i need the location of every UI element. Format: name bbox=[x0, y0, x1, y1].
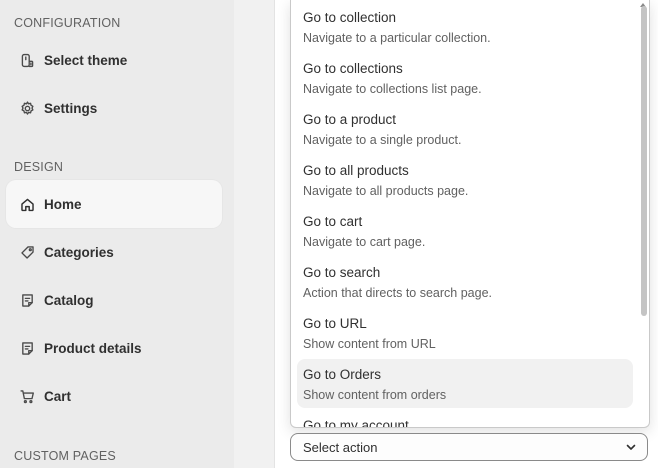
option-go-to-my-account[interactable]: Go to my account bbox=[297, 410, 633, 428]
sidebar-item-label: Select theme bbox=[44, 52, 128, 68]
option-description: Navigate to a single product. bbox=[303, 133, 462, 147]
section-label-custom-pages: CUSTOM PAGES bbox=[14, 449, 116, 463]
sidebar-item-product-details[interactable]: Product details bbox=[6, 324, 222, 372]
option-go-to-orders[interactable]: Go to Orders Show content from orders bbox=[297, 359, 633, 408]
option-go-to-all-products[interactable]: Go to all products Navigate to all produ… bbox=[297, 155, 633, 204]
gear-icon bbox=[18, 99, 36, 117]
option-title: Go to collection bbox=[303, 10, 397, 25]
sidebar-item-home[interactable]: Home bbox=[6, 180, 222, 228]
option-title: Go to a product bbox=[303, 112, 397, 127]
option-description: Show content from URL bbox=[303, 337, 436, 351]
option-title: Go to cart bbox=[303, 214, 363, 229]
sidebar-item-categories[interactable]: Categories bbox=[6, 228, 222, 276]
option-description: Navigate to a particular collection. bbox=[303, 31, 491, 45]
option-go-to-collection[interactable]: Go to collection Navigate to a particula… bbox=[297, 2, 633, 51]
option-title: Go to collections bbox=[303, 61, 403, 76]
cart-icon bbox=[18, 387, 36, 405]
sidebar-item-select-theme[interactable]: Select theme bbox=[6, 36, 222, 84]
select-value: Select action bbox=[303, 439, 378, 455]
action-dropdown-menu[interactable]: Go to collection Navigate to a particula… bbox=[290, 0, 650, 428]
section-label-configuration: CONFIGURATION bbox=[14, 16, 121, 30]
option-description: Navigate to collections list page. bbox=[303, 82, 482, 96]
sidebar-item-catalog[interactable]: Catalog bbox=[6, 276, 222, 324]
option-title: Go to all products bbox=[303, 163, 409, 178]
sidebar-item-settings[interactable]: Settings bbox=[6, 84, 222, 132]
option-description: Action that directs to search page. bbox=[303, 286, 492, 300]
option-description: Show content from orders bbox=[303, 388, 447, 402]
dropdown-scrollbar[interactable] bbox=[641, 6, 647, 316]
option-title: Go to URL bbox=[303, 316, 367, 331]
sidebar-item-label: Categories bbox=[44, 244, 114, 260]
tag-icon bbox=[18, 243, 36, 261]
option-go-to-search[interactable]: Go to search Action that directs to sear… bbox=[297, 257, 633, 306]
sidebar-item-label: Catalog bbox=[44, 292, 94, 308]
option-go-to-a-product[interactable]: Go to a product Navigate to a single pro… bbox=[297, 104, 633, 153]
section-label-design: DESIGN bbox=[14, 160, 64, 174]
option-go-to-collections[interactable]: Go to collections Navigate to collection… bbox=[297, 53, 633, 102]
option-title: Go to Orders bbox=[303, 367, 382, 382]
action-select[interactable]: Select action bbox=[290, 433, 648, 461]
sidebar-item-label: Cart bbox=[44, 388, 72, 404]
option-description: Navigate to cart page. bbox=[303, 235, 426, 249]
sidebar-item-label: Home bbox=[44, 196, 82, 212]
option-description: Navigate to all products page. bbox=[303, 184, 469, 198]
scroll-up-arrow-icon[interactable] bbox=[639, 0, 647, 7]
option-title: Go to search bbox=[303, 265, 381, 280]
sidebar-item-label: Product details bbox=[44, 340, 142, 356]
page-icon bbox=[18, 291, 36, 309]
sidebar-item-cart[interactable]: Cart bbox=[6, 372, 222, 420]
page-icon bbox=[18, 339, 36, 357]
option-go-to-cart[interactable]: Go to cart Navigate to cart page. bbox=[297, 206, 633, 255]
chevron-down-icon bbox=[625, 441, 637, 453]
option-go-to-url[interactable]: Go to URL Show content from URL bbox=[297, 308, 633, 357]
home-icon bbox=[18, 195, 36, 213]
sidebar: CONFIGURATION Select theme Settings DESI… bbox=[0, 0, 234, 468]
option-title: Go to my account bbox=[303, 418, 409, 428]
theme-icon bbox=[18, 51, 36, 69]
sidebar-item-label: Settings bbox=[44, 100, 98, 116]
